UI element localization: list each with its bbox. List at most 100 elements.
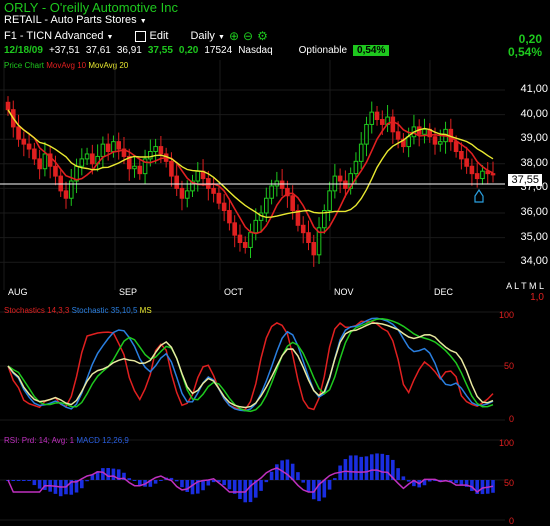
macd-bar [385,455,390,480]
rsi-chart-svg [0,439,505,521]
candle-body [137,165,143,175]
candle-body [211,187,216,194]
month-label: AUG [8,287,28,297]
candle-body [237,234,243,244]
macd-bar [37,480,42,489]
chart-settings-icon[interactable]: ⚙ [257,29,268,43]
quote-open: +37,51 [48,45,80,56]
candle-body [369,111,375,125]
stoch-ms-green-line [7,317,494,413]
candle-body [232,222,237,236]
macd-bar [238,480,242,499]
rsi-level-label: 50 [503,478,514,488]
macd-bar [454,480,458,484]
candle-body [327,190,332,212]
macd-bar [348,455,353,480]
macd-bar [16,480,21,481]
candle-body [169,160,174,177]
candle-body [353,160,359,175]
quote-volume: 17524 [204,45,233,56]
candle-body [158,146,164,155]
candle-body [306,232,311,244]
macd-bar [369,454,374,480]
macd-bar [470,480,474,491]
rsi-legend: RSI: Prd: 14; Avg: 1 MACD 12,26,9 [4,436,129,445]
candle-body [53,165,58,177]
price-level-label: 34,00 [520,255,548,268]
candle-body [90,153,95,165]
rsi-level-label: 0 [508,516,514,526]
candle-body [364,123,369,145]
candle-body [184,190,190,199]
candle-body [37,158,42,170]
quote-close: 37,55 [147,45,173,56]
macd-bar [296,472,300,480]
macd-bar [275,464,279,480]
grid-icon [135,30,147,42]
candle-body [459,151,464,160]
edit-button[interactable]: Edit [135,30,168,42]
candle-body [148,151,153,160]
price-chart-svg [0,60,505,290]
industry-dropdown[interactable]: RETAIL - Auto Parts Stores ▼ [4,14,147,26]
last-price-tag: 37,55 [508,174,542,186]
quote-bar: 12/18/09 +37,51 37,61 36,91 37,55 0,20 1… [4,45,395,56]
macd-bar [27,480,31,481]
price-level-label: 35,00 [520,230,548,243]
window-title: ORLY - O'reilly Automotive Inc [4,0,178,15]
quote-exchange: Nasdaq [238,45,273,56]
toolbar: F1 - TICN Advanced ▼ Edit Daily ▼ ⊕ ⊖ ⚙ [4,29,268,43]
optionable-label: Optionable [298,45,348,56]
macd-bar [480,480,485,495]
candle-body [374,111,380,121]
candle-body [195,170,201,182]
price-level-label: 38,00 [520,156,548,169]
side-text[interactable]: A L T M L [506,281,544,291]
candle-body [153,146,158,153]
candle-body [105,143,111,153]
candle-body [358,143,364,162]
month-label: NOV [334,287,354,297]
macd-bar [327,480,332,490]
candle-body [290,195,295,212]
period-dropdown[interactable]: Daily ▼ [190,30,224,42]
macd-bar [58,480,63,497]
chevron-down-icon: ▼ [218,34,225,41]
quote-change: 0,20 [178,45,199,56]
macd-bar [32,480,37,486]
candle-body [111,141,116,153]
candle-body [179,187,185,199]
macd-bar [159,480,163,481]
zoom-in-icon[interactable]: ⊕ [229,29,239,43]
layout-dropdown[interactable]: F1 - TICN Advanced ▼ [4,30,113,42]
macd-bar [427,480,432,482]
macd-bar [22,480,26,481]
price-level-label: 40,00 [520,107,548,120]
macd-bar [375,453,379,480]
macd-bar [322,480,327,498]
candle-body [248,232,253,248]
stoch-level-label: 50 [503,361,514,371]
macd-bar [85,480,89,482]
macd-bar [364,456,369,480]
macd-bar [174,480,179,482]
candle-body [474,173,480,180]
candle-body [269,185,274,199]
macd-bar [380,453,385,480]
candle-body [206,178,211,189]
candle-body [84,153,90,160]
macd-bar [459,480,464,485]
month-label: OCT [224,287,243,297]
candle-body [221,202,227,212]
candle-body [174,175,179,189]
candle-body [406,136,411,148]
macd-bar [259,480,263,491]
macd-bar [180,480,184,488]
candle-body [116,141,122,150]
macd-bar [269,471,274,480]
right-pct: 0,54% [507,45,542,59]
zoom-out-icon[interactable]: ⊖ [243,29,253,43]
macd-bar [222,480,226,486]
rsi-level-label: 100 [498,438,514,448]
industry-label: RETAIL - Auto Parts Stores [4,14,137,26]
